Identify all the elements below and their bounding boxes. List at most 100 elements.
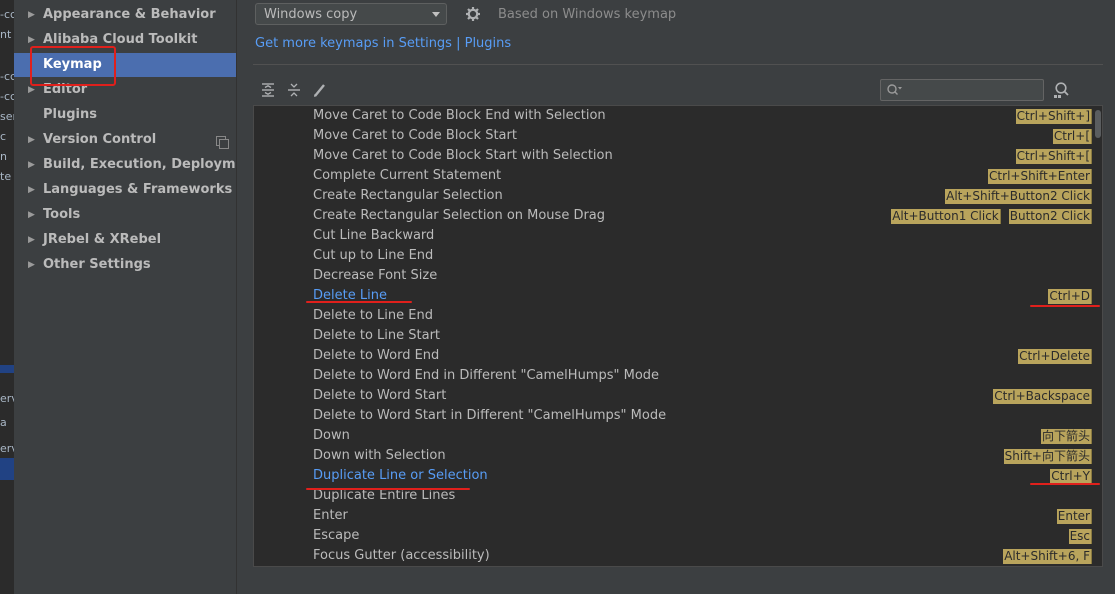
project-level-icon — [216, 136, 229, 149]
gear-icon[interactable] — [465, 6, 481, 26]
settings-sidebar: ▶ Appearance & Behavior ▶ Alibaba Cloud Too… — [14, 0, 260, 594]
action-name: Decrease Font Size — [313, 268, 438, 283]
action-name: Delete to Word Start in Different "Camel… — [313, 408, 667, 423]
shortcut-list: Ctrl+Backspace — [993, 389, 1092, 405]
keymap-annotation-box — [30, 46, 116, 86]
sidebar-item-jrebel-xrebel[interactable]: ▶ JRebel & XRebel — [14, 228, 236, 252]
sidebar-item-languages-frameworks[interactable]: ▶ Languages & Frameworks — [14, 178, 236, 202]
table-row[interactable]: Delete to Word End in Different "CamelHu… — [254, 367, 1092, 387]
table-row[interactable]: Cut Line Backward — [254, 227, 1092, 247]
background-editor-strip: -cc nt -cc -cc ser c n te erv a erv — [0, 0, 14, 594]
table-row[interactable]: Enter Enter — [254, 507, 1092, 527]
expand-arrow-icon[interactable]: ▶ — [28, 178, 35, 202]
table-row[interactable]: Down 向下箭头 — [254, 427, 1092, 447]
table-row[interactable]: Delete Line Ctrl+D — [254, 287, 1092, 307]
action-name: Down with Selection — [313, 448, 446, 463]
sidebar-item-other-settings[interactable]: ▶ Other Settings — [14, 253, 236, 277]
shortcut-chip: Alt+Shift+Button2 Click — [945, 189, 1092, 204]
sidebar-item-plugins[interactable]: Plugins — [14, 103, 236, 127]
table-row[interactable]: Down with Selection Shift+向下箭头 — [254, 447, 1092, 467]
table-row[interactable]: Move Caret to Code Block Start with Sele… — [254, 147, 1092, 167]
expand-arrow-icon[interactable]: ▶ — [28, 153, 35, 177]
find-by-shortcut-icon[interactable] — [1053, 81, 1071, 103]
action-name: Enter — [313, 508, 348, 523]
sidebar-item-appearance-behavior[interactable]: ▶ Appearance & Behavior — [14, 3, 236, 27]
table-scrollbar[interactable] — [1095, 110, 1101, 138]
table-row[interactable]: Duplicate Line or Selection Ctrl+Y — [254, 467, 1092, 487]
action-name: Move Caret to Code Block Start with Sele… — [313, 148, 613, 163]
shortcut-list: Ctrl+D — [1048, 289, 1092, 305]
expand-arrow-icon[interactable]: ▶ — [28, 228, 35, 252]
table-row[interactable]: Escape Esc — [254, 527, 1092, 547]
delete-line-shortcut-underline — [1030, 305, 1100, 307]
sidebar-item-label: Languages & Frameworks — [43, 182, 233, 197]
search-field[interactable] — [880, 79, 1044, 101]
action-name: Cut up to Line End — [313, 248, 434, 263]
shortcut-chip: Ctrl+D — [1048, 289, 1092, 304]
shortcut-list: Ctrl+Shift+[ — [1015, 149, 1092, 165]
action-name: Duplicate Line or Selection — [313, 468, 488, 483]
keymap-dropdown-value: Windows copy — [264, 7, 358, 22]
shortcut-list: Shift+向下箭头 — [1003, 449, 1092, 465]
shortcut-list: Ctrl+[ — [1052, 129, 1092, 145]
table-row[interactable]: Focus Gutter (accessibility) Alt+Shift+6,… — [254, 547, 1092, 566]
action-name: Move Caret to Code Block End with Select… — [313, 108, 606, 123]
table-row[interactable]: Create Rectangular Selection Alt+Shift+Bu… — [254, 187, 1092, 207]
action-name: Create Rectangular Selection — [313, 188, 503, 203]
shortcut-chip: Alt+Button1 Click — [891, 209, 1001, 224]
sidebar-item-label: Tools — [43, 207, 81, 222]
shortcut-chip: 向下箭头 — [1040, 429, 1092, 444]
action-name: Down — [313, 428, 350, 443]
sidebar-item-label: Build, Execution, Deployment — [43, 157, 260, 172]
shortcut-chip: Button2 Click — [1008, 209, 1092, 224]
sidebar-item-version-control[interactable]: ▶ Version Control — [14, 128, 236, 152]
table-row[interactable]: Delete to Word End Ctrl+Delete — [254, 347, 1092, 367]
expand-arrow-icon[interactable]: ▶ — [28, 253, 35, 277]
get-more-keymaps-link[interactable]: Get more keymaps in Settings | Plugins — [255, 36, 511, 51]
shortcut-chip: Shift+向下箭头 — [1003, 449, 1092, 464]
pencil-icon[interactable] — [313, 82, 327, 102]
table-row[interactable]: Move Caret to Code Block Start Ctrl+[ — [254, 127, 1092, 147]
chevron-down-icon — [432, 12, 440, 17]
keymap-panel: Windows copy Based on Windows keymap Get… — [237, 0, 1115, 594]
shortcut-chip: Ctrl+Shift+Enter — [988, 169, 1092, 184]
keymap-dropdown[interactable]: Windows copy — [255, 3, 447, 25]
table-row[interactable]: Duplicate Entire Lines — [254, 487, 1092, 507]
table-row[interactable]: Delete to Line Start — [254, 327, 1092, 347]
expand-arrow-icon[interactable]: ▶ — [28, 3, 35, 27]
expand-arrow-icon[interactable]: ▶ — [28, 203, 35, 227]
sidebar-item-build-execution-deployment[interactable]: ▶ Build, Execution, Deployment — [14, 153, 260, 177]
delete-line-underline — [306, 301, 412, 303]
collapse-all-icon[interactable] — [287, 82, 301, 102]
action-name: Delete to Word Start — [313, 388, 447, 403]
search-icon — [886, 83, 902, 101]
table-row[interactable]: Decrease Font Size — [254, 267, 1092, 287]
separator — [253, 64, 1103, 65]
shortcut-list: Ctrl+Shift+Enter — [988, 169, 1092, 185]
sidebar-item-label: JRebel & XRebel — [43, 232, 162, 247]
shortcut-list: Alt+Shift+6, F — [1003, 549, 1092, 565]
shortcut-chip: Ctrl+Y — [1050, 469, 1092, 484]
action-name: Delete to Word End in Different "CamelHu… — [313, 368, 660, 383]
table-row[interactable]: Delete to Word Start in Different "Camel… — [254, 407, 1092, 427]
shortcut-chip: Ctrl+[ — [1052, 129, 1092, 144]
shortcut-chip: Enter — [1056, 509, 1092, 524]
action-name: Escape — [313, 528, 360, 543]
action-name: Focus Gutter (accessibility) — [313, 548, 490, 563]
action-name: Delete to Line End — [313, 308, 433, 323]
expand-all-icon[interactable] — [261, 82, 275, 102]
action-name: Delete to Line Start — [313, 328, 441, 343]
shortcut-chip: Ctrl+Backspace — [993, 389, 1092, 404]
sidebar-item-tools[interactable]: ▶ Tools — [14, 203, 236, 227]
shortcut-chip: Ctrl+Delete — [1018, 349, 1092, 364]
search-input[interactable] — [905, 81, 1039, 101]
table-row[interactable]: Delete to Line End — [254, 307, 1092, 327]
shortcut-chip: Alt+Shift+6, F — [1003, 549, 1092, 564]
table-row[interactable]: Create Rectangular Selection on Mouse Dr… — [254, 207, 1092, 227]
shortcut-list: 向下箭头 — [1040, 429, 1092, 445]
table-row[interactable]: Complete Current Statement Ctrl+Shift+Ent… — [254, 167, 1092, 187]
table-row[interactable]: Delete to Word Start Ctrl+Backspace — [254, 387, 1092, 407]
table-row[interactable]: Cut up to Line End — [254, 247, 1092, 267]
table-row[interactable]: Move Caret to Code Block End with Select… — [254, 107, 1092, 127]
expand-arrow-icon[interactable]: ▶ — [28, 128, 35, 152]
